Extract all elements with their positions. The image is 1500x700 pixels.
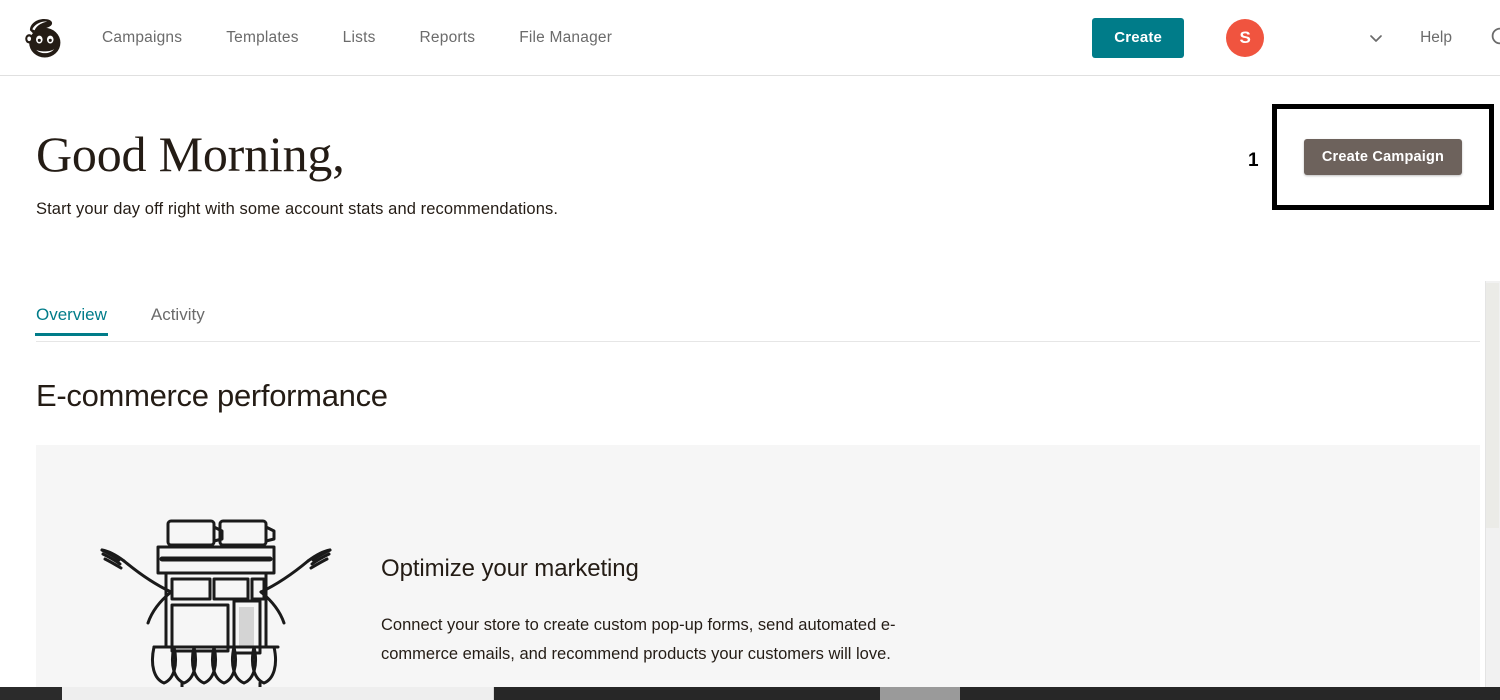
promo-text-block: Optimize your marketing Connect your sto… <box>381 555 926 670</box>
annotation-number-1: 1 <box>1248 150 1259 171</box>
search-icon[interactable] <box>1488 25 1500 51</box>
nav-link-lists[interactable]: Lists <box>343 29 376 47</box>
horizontal-scrollbar-dark-segment-1 <box>494 687 880 700</box>
page-title: Good Morning, <box>36 126 345 182</box>
tabs-divider <box>36 341 1480 342</box>
top-navigation-bar: Campaigns Templates Lists Reports File M… <box>0 0 1500 76</box>
avatar[interactable]: S <box>1226 19 1265 57</box>
tab-activity[interactable]: Activity <box>151 305 205 336</box>
horizontal-scrollbar-grey-segment <box>880 687 960 700</box>
section-heading: E-commerce performance <box>36 378 388 413</box>
horizontal-scrollbar-dark-segment-2 <box>960 687 1500 700</box>
nav-link-file-manager[interactable]: File Manager <box>519 29 612 47</box>
create-button[interactable]: Create <box>1092 18 1185 58</box>
nav-link-reports[interactable]: Reports <box>420 29 476 47</box>
app-page: Campaigns Templates Lists Reports File M… <box>0 0 1500 700</box>
help-link[interactable]: Help <box>1420 29 1452 47</box>
storefront-shrug-illustration <box>61 497 361 697</box>
nav-link-campaigns[interactable]: Campaigns <box>102 29 182 47</box>
avatar-initial: S <box>1239 28 1251 47</box>
page-subtitle: Start your day off right with some accou… <box>36 200 559 218</box>
promo-body: Connect your store to create custom pop-… <box>381 616 896 664</box>
mailchimp-freddie-logo[interactable] <box>18 12 70 64</box>
top-nav-right-group: Create S Help <box>1092 0 1500 76</box>
nav-link-templates[interactable]: Templates <box>226 29 298 47</box>
chevron-down-icon[interactable] <box>1368 30 1384 46</box>
vertical-scrollbar-thumb[interactable] <box>1486 283 1499 528</box>
horizontal-scrollbar-dark-segment-0 <box>0 687 62 700</box>
promo-title: Optimize your marketing <box>381 555 639 582</box>
primary-nav-links: Campaigns Templates Lists Reports File M… <box>102 29 656 47</box>
create-campaign-button[interactable]: Create Campaign <box>1303 139 1463 175</box>
ecommerce-promo-card: Optimize your marketing Connect your sto… <box>36 445 1480 700</box>
content-tabs: Overview Activity <box>35 305 249 336</box>
horizontal-scrollbar-thumb[interactable] <box>62 687 494 700</box>
tab-overview[interactable]: Overview <box>35 305 108 336</box>
annotation-highlight-box: Create Campaign <box>1272 104 1494 210</box>
